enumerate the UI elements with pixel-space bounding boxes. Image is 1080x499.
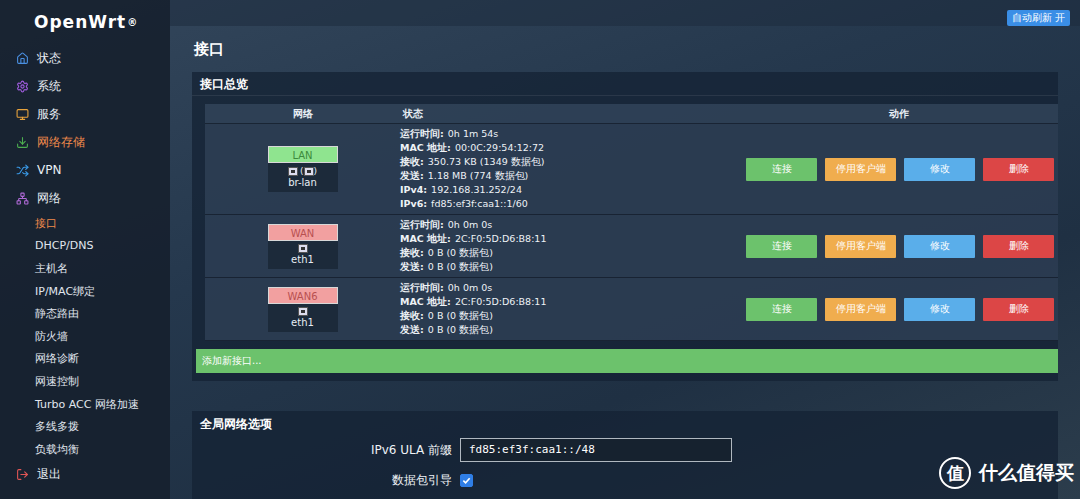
status-cell: 运行时间:0h 1m 54sMAC 地址:00:0C:29:54:12:72接收… — [400, 124, 740, 214]
status-line: 运行时间:0h 0m 0s — [400, 281, 740, 295]
action-button[interactable]: 连接 — [746, 158, 817, 181]
sidebar-subitem[interactable]: 负载均衡 — [0, 438, 170, 461]
add-interface-button[interactable]: 添加新接口... — [196, 349, 1058, 373]
sidebar-item[interactable]: 系统 — [0, 72, 170, 100]
network-name: LAN — [268, 146, 338, 163]
page-title: 接口 — [192, 26, 1058, 72]
status-line: 运行时间:0h 1m 54s — [400, 127, 740, 141]
status-line: 接收:350.73 KB (1349 数据包) — [400, 155, 740, 169]
sidebar-subitem[interactable]: Turbo ACC 网络加速 — [0, 393, 170, 416]
action-button[interactable]: 修改 — [904, 298, 975, 321]
status-line: 发送:0 B (0 数据包) — [400, 260, 740, 274]
port-icon — [298, 244, 308, 253]
action-button[interactable]: 连接 — [746, 298, 817, 321]
sidebar-item[interactable]: 网络 — [0, 184, 170, 212]
action-button[interactable]: 连接 — [746, 235, 817, 258]
table-row: LAN()br-lan 运行时间:0h 1m 54sMAC 地址:00:0C:29… — [205, 124, 1058, 215]
sidebar-subitem[interactable]: 网络诊断 — [0, 348, 170, 371]
checkbox[interactable] — [460, 474, 473, 487]
network-badge: WAN eth1 — [268, 224, 338, 269]
device-name: br-lan — [288, 177, 317, 188]
logout-icon — [16, 468, 29, 481]
field-label: IPv6 ULA 前缀 — [192, 442, 452, 459]
global-options: 全局网络选项IPv6 ULA 前缀 fd85:ef3f:caa1::/48数据包引… — [192, 411, 1058, 499]
menu-icon — [16, 192, 29, 205]
sidebar-subitem[interactable]: 多线多拨 — [0, 415, 170, 438]
status-line: MAC 地址:2C:F0:5D:D6:B8:11 — [400, 232, 740, 246]
field-label: 数据包引导 — [192, 472, 452, 489]
device-name: eth1 — [291, 317, 314, 328]
auto-refresh-badge[interactable]: 自动刷新 开 — [1007, 10, 1070, 26]
field-row: 数据包引导 — [192, 465, 1058, 495]
network-badge: LAN()br-lan — [268, 146, 338, 192]
menu-icon — [16, 52, 29, 65]
action-button[interactable]: 删除 — [983, 298, 1054, 321]
sidebar-subitem[interactable]: 防火墙 — [0, 325, 170, 348]
menu-icon — [16, 136, 29, 149]
status-cell: 运行时间:0h 0m 0sMAC 地址:2C:F0:5D:D6:B8:11接收:… — [400, 278, 740, 340]
interfaces-panel: 接口总览网络状态动作LAN()br-lan运行时间:0h 1m 54sMAC 地… — [192, 72, 1058, 381]
column-header: 网络 — [205, 107, 400, 121]
status-line: 发送:1.18 MB (774 数据包) — [400, 169, 740, 183]
port-icon — [288, 167, 298, 176]
sidebar-item[interactable]: 状态 — [0, 44, 170, 72]
status-line: 运行时间:0h 0m 0s — [400, 218, 740, 232]
watermark: 值什么值得买 — [939, 457, 1074, 489]
status-line: 发送:0 B (0 数据包) — [400, 323, 740, 337]
column-header: 状态 — [400, 107, 740, 121]
action-button[interactable]: 删除 — [983, 158, 1054, 181]
check-icon — [462, 476, 471, 485]
status-line: IPv4:192.168.31.252/24 — [400, 183, 740, 197]
status-line: IPv6:fd85:ef3f:caa1::1/60 — [400, 197, 740, 211]
sidebar-subitem[interactable]: 静态路由 — [0, 302, 170, 325]
sidebar-subitem[interactable]: 主机名 — [0, 257, 170, 280]
action-button[interactable]: 删除 — [983, 235, 1054, 258]
sidebar-item[interactable]: VPN — [0, 156, 170, 184]
sidebar: OpenWrt®状态系统服务网络存储VPN网络接口DHCP/DNS主机名IP/M… — [0, 0, 170, 499]
sidebar-subitem[interactable]: DHCP/DNS — [0, 235, 170, 258]
status-cell: 运行时间:0h 0m 0sMAC 地址:2C:F0:5D:D6:B8:11接收:… — [400, 215, 740, 277]
action-button[interactable]: 停用客户端 — [825, 298, 896, 321]
status-line: 接收:0 B (0 数据包) — [400, 246, 740, 260]
action-button[interactable]: 修改 — [904, 158, 975, 181]
main: 自动刷新 开接口接口总览网络状态动作 LAN()br-lan 运行时间:0h 1m … — [170, 0, 1080, 499]
text-input[interactable]: fd85:ef3f:caa1::/48 — [460, 438, 732, 462]
logo[interactable]: OpenWrt® — [0, 0, 170, 44]
port-icon — [304, 167, 314, 176]
panel-title: 接口总览 — [192, 72, 1058, 96]
menu-icon — [16, 80, 29, 93]
sidebar-item[interactable]: 服务 — [0, 100, 170, 128]
action-button[interactable]: 停用客户端 — [825, 158, 896, 181]
sidebar-subitem[interactable]: 接口 — [0, 212, 170, 235]
top-bar: 自动刷新 开 — [170, 0, 1080, 26]
action-button[interactable]: 停用客户端 — [825, 235, 896, 258]
interfaces-table: 网络状态动作 LAN()br-lan 运行时间:0h 1m 54sMAC 地址:00… — [205, 104, 1058, 341]
action-button[interactable]: 修改 — [904, 235, 975, 258]
menu-icon — [16, 108, 29, 121]
status-line: MAC 地址:2C:F0:5D:D6:B8:11 — [400, 295, 740, 309]
watermark-mark: 值 — [939, 457, 971, 489]
status-line: 接收:0 B (0 数据包) — [400, 309, 740, 323]
port-icon — [298, 307, 308, 316]
sidebar-subitem[interactable]: IP/MAC绑定 — [0, 280, 170, 303]
table-row: WAN6 eth1 运行时间:0h 0m 0sMAC 地址:2C:F0:5D:D6:… — [205, 278, 1058, 341]
logout-item[interactable]: 退出 — [0, 461, 170, 489]
openwrt-page: OpenWrt®状态系统服务网络存储VPN网络接口DHCP/DNS主机名IP/M… — [0, 0, 1080, 499]
network-name: WAN6 — [268, 287, 338, 304]
sidebar-subitem[interactable]: 网速控制 — [0, 370, 170, 393]
device-name: eth1 — [291, 254, 314, 265]
network-badge: WAN6 eth1 — [268, 287, 338, 332]
column-header: 动作 — [740, 107, 1058, 121]
section-title: 全局网络选项 — [192, 411, 1058, 435]
status-line: MAC 地址:00:0C:29:54:12:72 — [400, 141, 740, 155]
table-row: WAN eth1 运行时间:0h 0m 0sMAC 地址:2C:F0:5D:D6:B… — [205, 215, 1058, 278]
sidebar-item[interactable]: 网络存储 — [0, 128, 170, 156]
menu-icon — [16, 164, 29, 177]
field-row: IPv6 ULA 前缀 fd85:ef3f:caa1::/48 — [192, 435, 1058, 465]
table-header: 网络状态动作 — [205, 104, 1058, 124]
network-name: WAN — [268, 224, 338, 241]
